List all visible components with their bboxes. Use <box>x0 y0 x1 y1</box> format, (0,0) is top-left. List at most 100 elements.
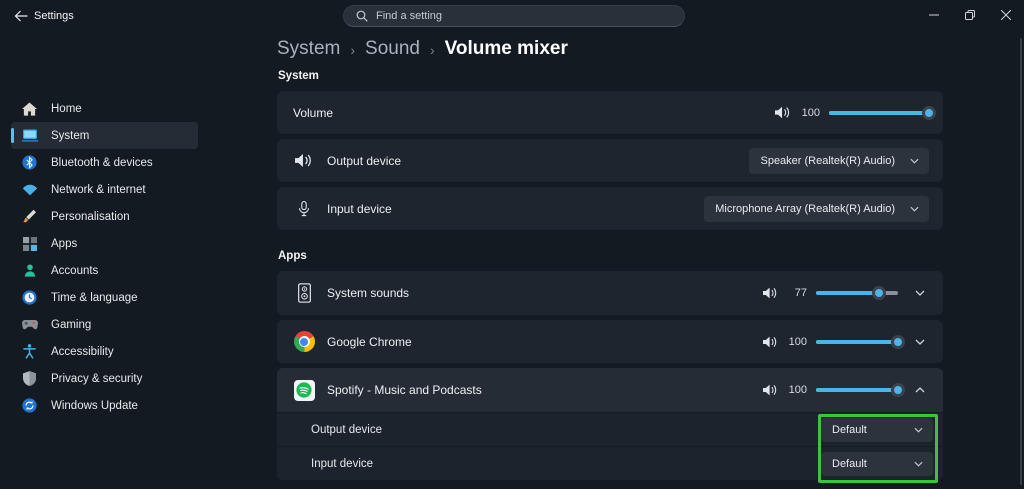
chrome-icon <box>293 331 315 352</box>
sidebar-item-time-language[interactable]: Time & language <box>11 284 198 311</box>
app-title: Settings <box>34 10 74 22</box>
microphone-icon <box>293 200 315 217</box>
page-title: Volume mixer <box>444 38 568 59</box>
slider-thumb[interactable] <box>922 105 936 120</box>
spotify-input-device-row: Input device Default <box>277 446 943 480</box>
chevron-down-icon <box>910 206 919 212</box>
minimize-button[interactable] <box>916 0 952 30</box>
spotify-row: Spotify - Music and Podcasts 100 <box>277 368 943 412</box>
search-icon <box>356 10 368 22</box>
sidebar-item-gaming[interactable]: Gaming <box>11 311 198 338</box>
sidebar-item-privacy-security[interactable]: Privacy & security <box>11 365 198 392</box>
breadcrumb-sound[interactable]: Sound <box>365 38 420 60</box>
sidebar-item-label: Privacy & security <box>51 372 143 385</box>
sidebar-item-label: Network & internet <box>51 183 146 196</box>
chevron-down-icon <box>915 290 925 296</box>
sidebar-item-windows-update[interactable]: Windows Update <box>11 392 198 419</box>
chevron-down-icon <box>914 427 923 433</box>
speaker-icon <box>775 106 791 119</box>
titlebar: Settings Find a setting <box>0 0 1024 32</box>
wifi-icon <box>21 181 38 198</box>
output-device-selected: Speaker (Realtek(R) Audio) <box>760 154 895 167</box>
search-input[interactable]: Find a setting <box>343 5 685 27</box>
sidebar-item-label: Home <box>51 102 82 115</box>
app-name: Spotify - Music and Podcasts <box>327 383 482 397</box>
output-device-dropdown[interactable]: Speaker (Realtek(R) Audio) <box>749 147 929 174</box>
google-chrome-row: Google Chrome 100 <box>277 320 943 363</box>
close-icon <box>1001 10 1011 20</box>
bluetooth-icon <box>21 154 38 171</box>
spotify-card: Spotify - Music and Podcasts 100 Output … <box>277 368 943 480</box>
settings-window: { "titlebar": { "app_title": "Settings",… <box>0 0 1024 489</box>
input-device-selected: Microphone Array (Realtek(R) Audio) <box>715 202 895 215</box>
chevron-down-icon <box>914 461 923 467</box>
volume-row: Volume 100 <box>277 91 943 134</box>
input-device-row: Input device Microphone Array (Realtek(R… <box>277 187 943 230</box>
collapse-button[interactable] <box>911 381 929 399</box>
volume-label: Volume <box>293 105 334 120</box>
spotify-input-label: Input device <box>311 457 374 470</box>
speaker-icon <box>763 336 778 348</box>
output-device-row: Output device Speaker (Realtek(R) Audio) <box>277 139 943 182</box>
input-device-dropdown[interactable]: Microphone Array (Realtek(R) Audio) <box>704 195 929 222</box>
app-name: Google Chrome <box>327 334 412 349</box>
app-volume-slider[interactable] <box>816 383 905 397</box>
search-placeholder: Find a setting <box>376 10 443 22</box>
sidebar-item-bluetooth-devices[interactable]: Bluetooth & devices <box>11 149 198 176</box>
volume-slider[interactable] <box>829 105 936 120</box>
app-volume-slider[interactable] <box>816 286 898 300</box>
sidebar-item-label: Time & language <box>51 291 138 304</box>
person-icon <box>21 262 38 279</box>
system-sounds-row: System sounds 77 <box>277 271 943 315</box>
clock-icon <box>21 289 38 306</box>
system-sounds-icon <box>293 283 315 303</box>
app-volume-slider[interactable] <box>816 334 905 349</box>
back-button[interactable] <box>8 5 34 27</box>
sidebar-item-home[interactable]: Home <box>11 95 198 122</box>
sidebar-item-network-internet[interactable]: Network & internet <box>11 176 198 203</box>
sidebar-item-label: Apps <box>51 237 78 250</box>
accessibility-icon <box>21 343 38 360</box>
sidebar-item-label: Accounts <box>51 264 99 277</box>
slider-thumb[interactable] <box>872 286 887 300</box>
section-header-apps: Apps <box>278 250 307 262</box>
sidebar-item-accounts[interactable]: Accounts <box>11 257 198 284</box>
spotify-output-dropdown[interactable]: Default <box>821 417 933 442</box>
speaker-icon <box>763 287 778 299</box>
sidebar-item-accessibility[interactable]: Accessibility <box>11 338 198 365</box>
maximize-button[interactable] <box>952 0 988 30</box>
scrollbar[interactable] <box>1020 38 1022 485</box>
breadcrumb-separator: › <box>350 42 356 58</box>
sidebar-item-system[interactable]: System <box>11 122 198 149</box>
spotify-output-device-row: Output device Default <box>277 412 943 446</box>
sidebar-item-apps[interactable]: Apps <box>11 230 198 257</box>
spotify-input-selected: Default <box>832 457 867 470</box>
shield-icon <box>21 370 38 387</box>
spotify-icon <box>293 379 315 401</box>
input-device-label: Input device <box>327 201 392 216</box>
expand-button[interactable] <box>911 284 929 302</box>
slider-thumb[interactable] <box>891 383 905 397</box>
breadcrumb-system[interactable]: System <box>277 38 340 60</box>
restore-icon <box>965 10 975 20</box>
app-volume-value: 77 <box>794 287 807 299</box>
system-icon <box>21 127 38 144</box>
speaker-icon <box>293 153 315 168</box>
output-device-label: Output device <box>327 153 402 168</box>
breadcrumb: System › Sound › Volume mixer <box>277 36 943 62</box>
expand-button[interactable] <box>911 333 929 351</box>
spotify-input-dropdown[interactable]: Default <box>821 451 933 476</box>
back-arrow-icon <box>14 10 28 22</box>
spotify-output-label: Output device <box>311 423 382 436</box>
slider-thumb[interactable] <box>891 334 905 349</box>
spotify-output-selected: Default <box>832 423 867 436</box>
main-content: System › Sound › Volume mixer System Vol… <box>277 36 943 485</box>
sidebar-item-label: Gaming <box>51 318 92 331</box>
section-header-system: System <box>278 70 319 82</box>
sidebar-item-personalisation[interactable]: Personalisation <box>11 203 198 230</box>
sidebar-item-label: Personalisation <box>51 210 130 223</box>
minimize-icon <box>929 10 939 20</box>
close-button[interactable] <box>988 0 1024 30</box>
chevron-up-icon <box>915 387 925 393</box>
sidebar: Home System Bluetooth & devices Network … <box>0 95 270 419</box>
